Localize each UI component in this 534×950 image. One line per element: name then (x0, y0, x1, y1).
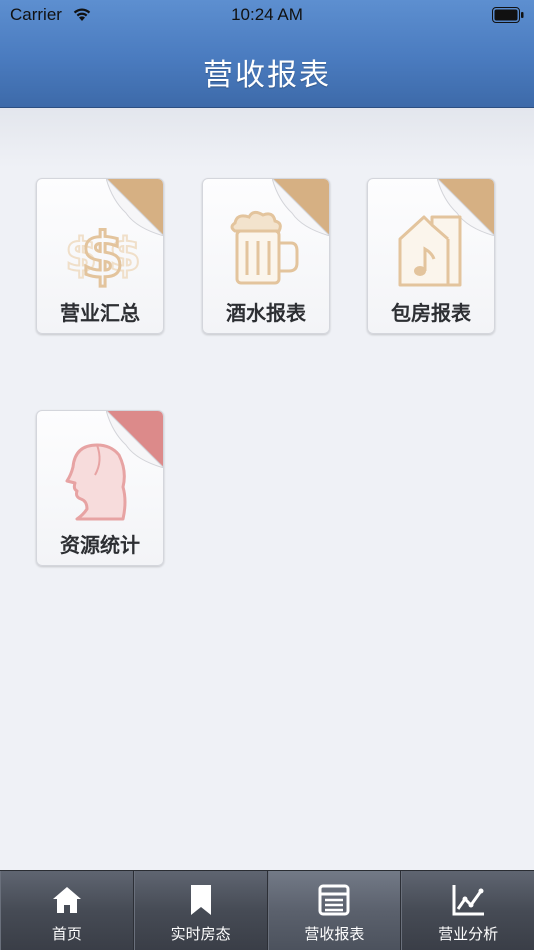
bookmark-icon (190, 885, 211, 915)
tab-label: 实时房态 (170, 925, 231, 943)
dollar-icon: $ $ $ (64, 218, 142, 290)
tile-label: 酒水报表 (226, 301, 306, 325)
page-title: 营收报表 (203, 58, 331, 93)
tile-label: 营业汇总 (60, 301, 140, 325)
woman-profile-icon (65, 443, 127, 521)
tab-label: 首页 (51, 925, 82, 943)
tab-home[interactable]: 首页 (0, 871, 134, 950)
battery-icon (492, 7, 524, 23)
svg-text:$: $ (81, 219, 124, 289)
tab-business-analysis[interactable]: 营业分析 (401, 871, 534, 950)
tile-label: 包房报表 (391, 301, 471, 325)
clock-time: 10:24 AM (231, 5, 303, 24)
tab-live-room-status[interactable]: 实时房态 (133, 871, 268, 950)
tab-revenue-report[interactable]: 营收报表 (267, 871, 402, 950)
navigation-header: Carrier 10:24 AM 营收报表 (0, 0, 534, 108)
tab-label: 营收报表 (304, 925, 365, 943)
tile-resource-stats[interactable]: 资源统计 (36, 410, 164, 566)
music-room-icon (398, 215, 462, 287)
tile-room-report[interactable]: 包房报表 (367, 178, 495, 334)
tile-label: 资源统计 (60, 533, 140, 557)
tab-label: 营业分析 (438, 925, 499, 943)
list-icon (318, 884, 350, 916)
home-icon (52, 887, 81, 913)
tile-business-summary[interactable]: $ $ $ 营业汇总 (36, 178, 164, 334)
beer-mug-icon (230, 210, 299, 285)
status-bar: Carrier 10:24 AM (0, 0, 534, 32)
tab-bar: 首页 实时房态 营收报表 营业分析 (0, 870, 534, 950)
report-grid: $ $ $ 营业汇总 酒水报表 包房报表 资源统计 (0, 108, 534, 870)
line-chart-icon (452, 885, 485, 916)
tile-drinks-report[interactable]: 酒水报表 (202, 178, 330, 334)
